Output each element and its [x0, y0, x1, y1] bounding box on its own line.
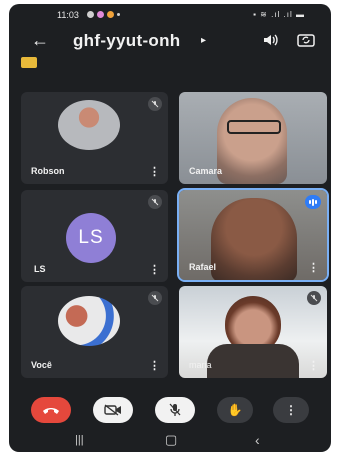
participant-name: Robson: [31, 166, 65, 176]
more-vert-icon[interactable]: ⋮: [149, 167, 160, 178]
participant-tile-robson[interactable]: Robson ⋮: [21, 92, 168, 184]
meet-call-screen: 11:03 ▪ ≋ .ıl .ıl ▬ ← ghf-yyut-onh ▸ Rob…: [9, 4, 331, 452]
phone-hangup-icon: [43, 408, 59, 414]
more-options-button[interactable]: ⋮: [273, 397, 309, 423]
participant-name: LS: [34, 264, 46, 274]
participant-body: [207, 344, 299, 378]
participant-tile-rafael[interactable]: Rafael ⋮: [177, 188, 329, 282]
participant-name: Você: [31, 360, 52, 370]
meeting-title[interactable]: ghf-yyut-onh: [73, 31, 180, 51]
more-vert-icon[interactable]: ⋮: [149, 361, 160, 372]
notification-icon: [107, 11, 114, 18]
notification-dot-icon: [117, 13, 120, 16]
raise-hand-button[interactable]: ✋: [217, 397, 253, 423]
participant-video: [211, 198, 297, 280]
avatar-initials: LS: [78, 227, 104, 248]
captions-chip-icon[interactable]: [21, 57, 37, 68]
mic-off-icon: [148, 97, 162, 111]
back-nav-icon[interactable]: ‹: [255, 432, 260, 448]
mic-off-icon: [148, 291, 162, 305]
more-vert-icon: ⋮: [285, 403, 297, 417]
participant-video: [217, 98, 287, 184]
avatar: [58, 296, 120, 346]
caret-right-icon[interactable]: ▸: [201, 35, 206, 46]
speaking-indicator-icon: [305, 195, 321, 209]
more-vert-icon[interactable]: ⋮: [308, 263, 319, 274]
signal-battery-icon: ▪ ≋ .ıl .ıl ▬: [253, 10, 305, 19]
participant-name: Camara: [189, 166, 223, 176]
participant-tile-camara[interactable]: Camara: [179, 92, 327, 184]
mic-toggle-button[interactable]: [155, 397, 195, 423]
switch-camera-icon[interactable]: [297, 32, 315, 53]
mic-off-icon: [307, 291, 321, 305]
call-controls: ✋ ⋮: [9, 397, 331, 427]
recent-apps-icon[interactable]: |||: [75, 434, 84, 446]
participant-name: maria: [189, 360, 212, 370]
more-vert-icon[interactable]: ⋮: [308, 361, 319, 372]
notification-icon: [87, 11, 94, 18]
participant-name: Rafael: [189, 262, 217, 272]
camera-toggle-button[interactable]: [93, 397, 133, 423]
more-vert-icon[interactable]: ⋮: [149, 265, 160, 276]
glasses: [227, 120, 281, 134]
notification-icon: [97, 11, 104, 18]
participant-tile-self[interactable]: Você ⋮: [21, 286, 168, 378]
avatar: LS: [66, 213, 116, 263]
participant-tile-ls[interactable]: LS LS ⋮: [21, 190, 168, 282]
hand-icon: ✋: [227, 403, 243, 417]
notification-icons: [87, 11, 120, 18]
camera-off-icon: [104, 404, 121, 416]
mic-off-icon: [169, 403, 181, 416]
status-time: 11:03: [57, 10, 79, 20]
avatar: [58, 100, 120, 150]
top-bar: ← ghf-yyut-onh ▸: [9, 26, 331, 58]
speaker-icon[interactable]: [263, 33, 279, 52]
home-icon[interactable]: ▢: [165, 432, 177, 448]
status-bar: 11:03 ▪ ≋ .ıl .ıl ▬: [9, 4, 331, 26]
mic-off-icon: [148, 195, 162, 209]
participant-tile-maria[interactable]: maria ⋮: [179, 286, 327, 378]
arrow-left-icon[interactable]: ←: [31, 30, 49, 51]
android-nav-bar: ||| ▢ ‹: [9, 432, 331, 452]
end-call-button[interactable]: [31, 397, 71, 423]
